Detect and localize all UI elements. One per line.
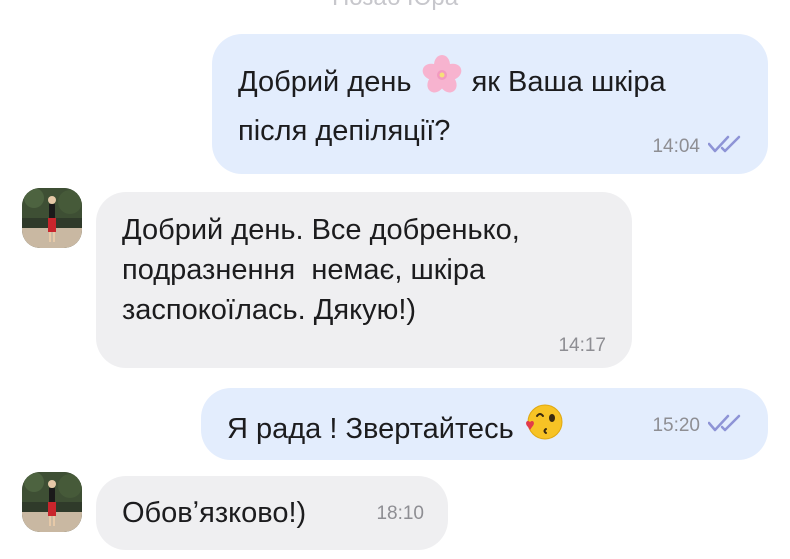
double-check-icon: [707, 414, 742, 437]
message-meta: 15:20: [652, 414, 742, 437]
message-bubble-incoming[interactable]: Обовʼязково!) 18:10: [96, 476, 448, 550]
cherry-blossom-emoji-icon: [420, 53, 464, 108]
message-meta: 14:04: [652, 135, 742, 158]
message-text-line: Добрий день. Все добренько,: [122, 214, 520, 246]
message-bubble-outgoing[interactable]: Добрий день як Ваша шкіра після депіляці…: [212, 34, 768, 174]
message-text-line: подразнення немає, шкіра: [122, 254, 486, 286]
message-bubble-outgoing[interactable]: Я рада ! Звертайтесь 15:20: [201, 388, 768, 460]
message-timestamp: 15:20: [652, 414, 700, 436]
message-timestamp: 14:17: [558, 335, 606, 356]
message-timestamp: 18:10: [376, 503, 424, 524]
message-text: Добрий день як Ваша шкіра: [238, 53, 768, 111]
message-timestamp: 14:04: [652, 135, 700, 157]
contact-name-header: Нозаб Юра: [0, 0, 790, 12]
contact-avatar[interactable]: [22, 188, 82, 248]
message-meta: 18:10: [376, 504, 424, 524]
face-blowing-kiss-emoji-icon: [522, 401, 564, 454]
double-check-icon: [707, 135, 742, 158]
message-meta: 14:17: [558, 336, 606, 356]
message-bubble-incoming[interactable]: Добрий день. Все добренько, подразнення …: [96, 192, 632, 368]
contact-avatar[interactable]: [22, 472, 82, 532]
message-text-line: заспокоїлась. Дякую!): [122, 294, 417, 326]
